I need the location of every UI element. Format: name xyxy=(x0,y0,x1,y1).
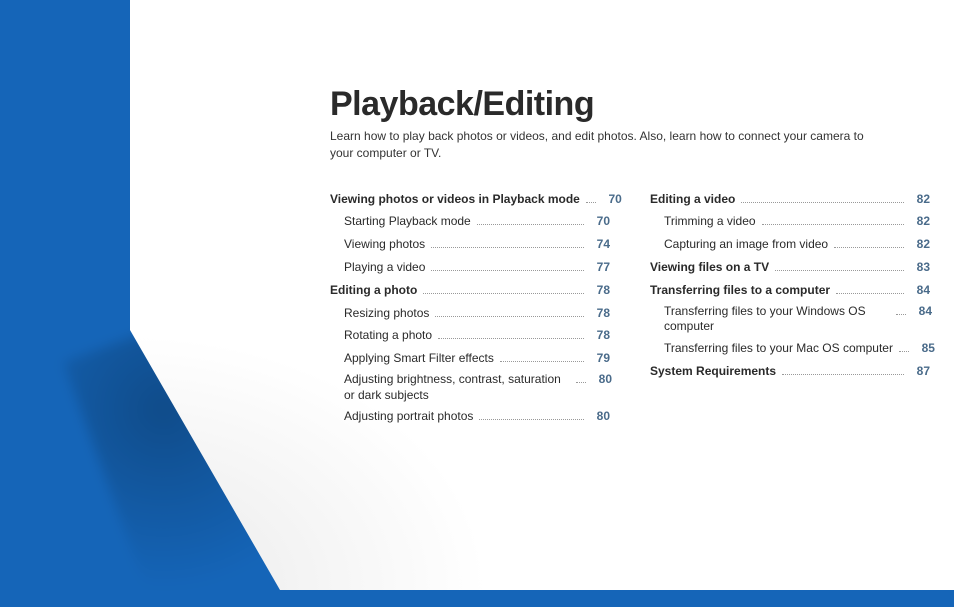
toc-column-right: Editing a video82Trimming a video82Captu… xyxy=(650,188,930,428)
toc-page-number: 84 xyxy=(910,304,932,320)
toc-page-number: 78 xyxy=(588,279,610,302)
document-page: Playback/Editing Learn how to play back … xyxy=(130,0,954,590)
toc-label: Starting Playback mode xyxy=(330,210,471,233)
toc-page-number: 82 xyxy=(908,188,930,211)
toc-section[interactable]: System Requirements 87 xyxy=(650,360,930,383)
toc-leader-dots xyxy=(431,247,584,248)
toc-leader-dots xyxy=(782,374,904,375)
toc-entry[interactable]: Adjusting portrait photos 80 xyxy=(330,405,610,428)
toc-leader-dots xyxy=(741,202,904,203)
toc-label: Transferring files to your Windows OS co… xyxy=(650,304,890,335)
toc-section[interactable]: Transferring files to a computer 84 xyxy=(650,279,930,302)
toc-entry[interactable]: Applying Smart Filter effects 79 xyxy=(330,347,610,370)
toc-leader-dots xyxy=(762,224,904,225)
toc-label: Transferring files to a computer xyxy=(650,279,830,302)
toc-entry[interactable]: Trimming a video 82 xyxy=(650,210,930,233)
toc-label: Trimming a video xyxy=(650,210,756,233)
toc-label: Rotating a photo xyxy=(330,324,432,347)
toc-label: Resizing photos xyxy=(330,302,429,325)
toc-label: Viewing photos xyxy=(330,233,425,256)
toc-leader-dots xyxy=(435,316,584,317)
toc-leader-dots xyxy=(896,314,906,315)
toc-label: Applying Smart Filter effects xyxy=(330,347,494,370)
toc-page-number: 70 xyxy=(588,210,610,233)
toc-label: Viewing files on a TV xyxy=(650,256,769,279)
toc-entry[interactable]: Rotating a photo 78 xyxy=(330,324,610,347)
toc-page-number: 77 xyxy=(588,256,610,279)
toc-section[interactable]: Editing a photo 78 xyxy=(330,279,610,302)
toc-entry[interactable]: Viewing photos 74 xyxy=(330,233,610,256)
toc-page-number: 80 xyxy=(590,372,612,388)
toc-page-number: 83 xyxy=(908,256,930,279)
toc-entry[interactable]: Transferring files to your Windows OS co… xyxy=(650,304,930,335)
toc-leader-dots xyxy=(586,202,596,203)
toc-entry[interactable]: Starting Playback mode 70 xyxy=(330,210,610,233)
toc-entry[interactable]: Playing a video 77 xyxy=(330,256,610,279)
toc-section[interactable]: Editing a video 82 xyxy=(650,188,930,211)
toc-leader-dots xyxy=(899,351,909,352)
toc-label: Adjusting brightness, contrast, saturati… xyxy=(330,372,570,403)
toc-label: Transferring files to your Mac OS comput… xyxy=(650,337,893,360)
toc-label: Viewing photos or videos in Playback mod… xyxy=(330,188,580,211)
toc-entry[interactable]: Capturing an image from video 82 xyxy=(650,233,930,256)
toc-leader-dots xyxy=(836,293,904,294)
toc-label: System Requirements xyxy=(650,360,776,383)
toc-leader-dots xyxy=(834,247,904,248)
toc-label: Adjusting portrait photos xyxy=(330,405,473,428)
toc-page-number: 82 xyxy=(908,233,930,256)
toc-section[interactable]: Viewing files on a TV 83 xyxy=(650,256,930,279)
toc-leader-dots xyxy=(576,382,586,383)
page-subtitle: Learn how to play back photos or videos,… xyxy=(330,128,890,162)
page-content: Playback/Editing Learn how to play back … xyxy=(330,85,940,428)
page-title: Playback/Editing xyxy=(330,85,940,124)
toc-page-number: 79 xyxy=(588,347,610,370)
toc-label: Capturing an image from video xyxy=(650,233,828,256)
toc-entry[interactable]: Adjusting brightness, contrast, saturati… xyxy=(330,372,610,403)
toc-leader-dots xyxy=(423,293,584,294)
toc-leader-dots xyxy=(477,224,584,225)
toc-leader-dots xyxy=(775,270,904,271)
toc-page-number: 84 xyxy=(908,279,930,302)
toc-page-number: 87 xyxy=(908,360,930,383)
toc-entry[interactable]: Transferring files to your Mac OS comput… xyxy=(650,337,930,360)
toc-leader-dots xyxy=(431,270,584,271)
toc-page-number: 80 xyxy=(588,405,610,428)
toc-page-number: 78 xyxy=(588,302,610,325)
toc-column-left: Viewing photos or videos in Playback mod… xyxy=(330,188,610,428)
toc-label: Editing a photo xyxy=(330,279,417,302)
toc-entry[interactable]: Resizing photos 78 xyxy=(330,302,610,325)
toc-columns: Viewing photos or videos in Playback mod… xyxy=(330,188,940,428)
toc-leader-dots xyxy=(500,361,584,362)
toc-page-number: 82 xyxy=(908,210,930,233)
toc-label: Editing a video xyxy=(650,188,735,211)
toc-label: Playing a video xyxy=(330,256,425,279)
toc-leader-dots xyxy=(479,419,584,420)
toc-page-number: 70 xyxy=(600,188,622,211)
toc-leader-dots xyxy=(438,338,584,339)
toc-page-number: 78 xyxy=(588,324,610,347)
toc-page-number: 74 xyxy=(588,233,610,256)
toc-page-number: 85 xyxy=(913,337,935,360)
toc-section[interactable]: Viewing photos or videos in Playback mod… xyxy=(330,188,610,211)
